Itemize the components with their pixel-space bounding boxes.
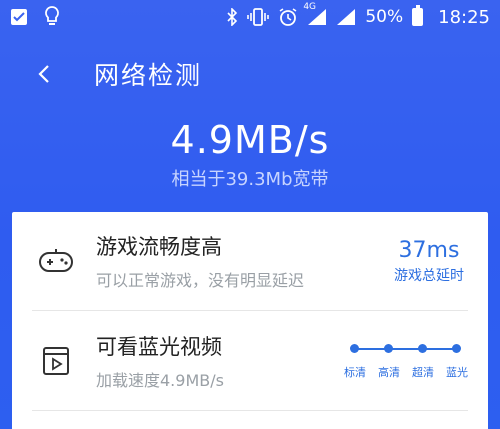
video-title: 可看蓝光视频 <box>96 335 222 359</box>
lightbulb-icon <box>44 6 60 28</box>
clock: 18:25 <box>438 6 490 28</box>
latency-label: 游戏总延时 <box>394 267 464 284</box>
video-icon <box>32 337 80 385</box>
list-item-video: 可看蓝光视频 加载速度4.9MB/s <box>12 312 488 410</box>
quality-dot <box>384 344 393 353</box>
vibrate-icon <box>247 8 270 26</box>
quality-label: 蓝光 <box>446 366 468 379</box>
divider <box>32 310 468 311</box>
alarm-icon <box>278 7 298 27</box>
status-bar: 4G 50% 18:25 <box>0 0 500 34</box>
app-bar: 网络检测 <box>0 50 500 98</box>
battery-percent: 50% <box>365 7 404 27</box>
battery-icon <box>412 5 424 26</box>
bluetooth-icon <box>226 8 238 26</box>
divider <box>32 410 468 411</box>
quality-line <box>354 348 458 350</box>
network-type: 4G <box>303 2 317 12</box>
quality-label: 超清 <box>412 366 434 379</box>
list-item-game: 游戏流畅度高 可以正常游戏，没有明显延迟 37ms 游戏总延时 <box>12 212 488 310</box>
game-subtitle: 可以正常游戏，没有明显延迟 <box>96 271 305 290</box>
signal-icon <box>336 8 356 26</box>
video-subtitle: 加载速度4.9MB/s <box>96 371 224 390</box>
checkbox-icon <box>10 8 28 26</box>
page-title: 网络检测 <box>94 61 203 90</box>
speed-value: 4.9MB/s <box>170 118 330 162</box>
quality-label: 高清 <box>378 366 400 379</box>
chevron-left-icon <box>38 65 49 83</box>
bandwidth-equivalent: 相当于39.3Mb宽带 <box>171 169 329 190</box>
game-title: 游戏流畅度高 <box>96 235 222 259</box>
latency-value: 37ms <box>398 237 460 263</box>
quality-label: 标清 <box>344 366 366 379</box>
gamepad-icon <box>32 237 80 285</box>
quality-dot <box>350 344 359 353</box>
result-card: 游戏流畅度高 可以正常游戏，没有明显延迟 37ms 游戏总延时 可看蓝光视频 加… <box>12 212 488 429</box>
quality-dot <box>418 344 427 353</box>
signal-icon: 4G <box>303 2 327 26</box>
quality-dot <box>452 344 461 353</box>
back-button[interactable] <box>16 50 72 98</box>
